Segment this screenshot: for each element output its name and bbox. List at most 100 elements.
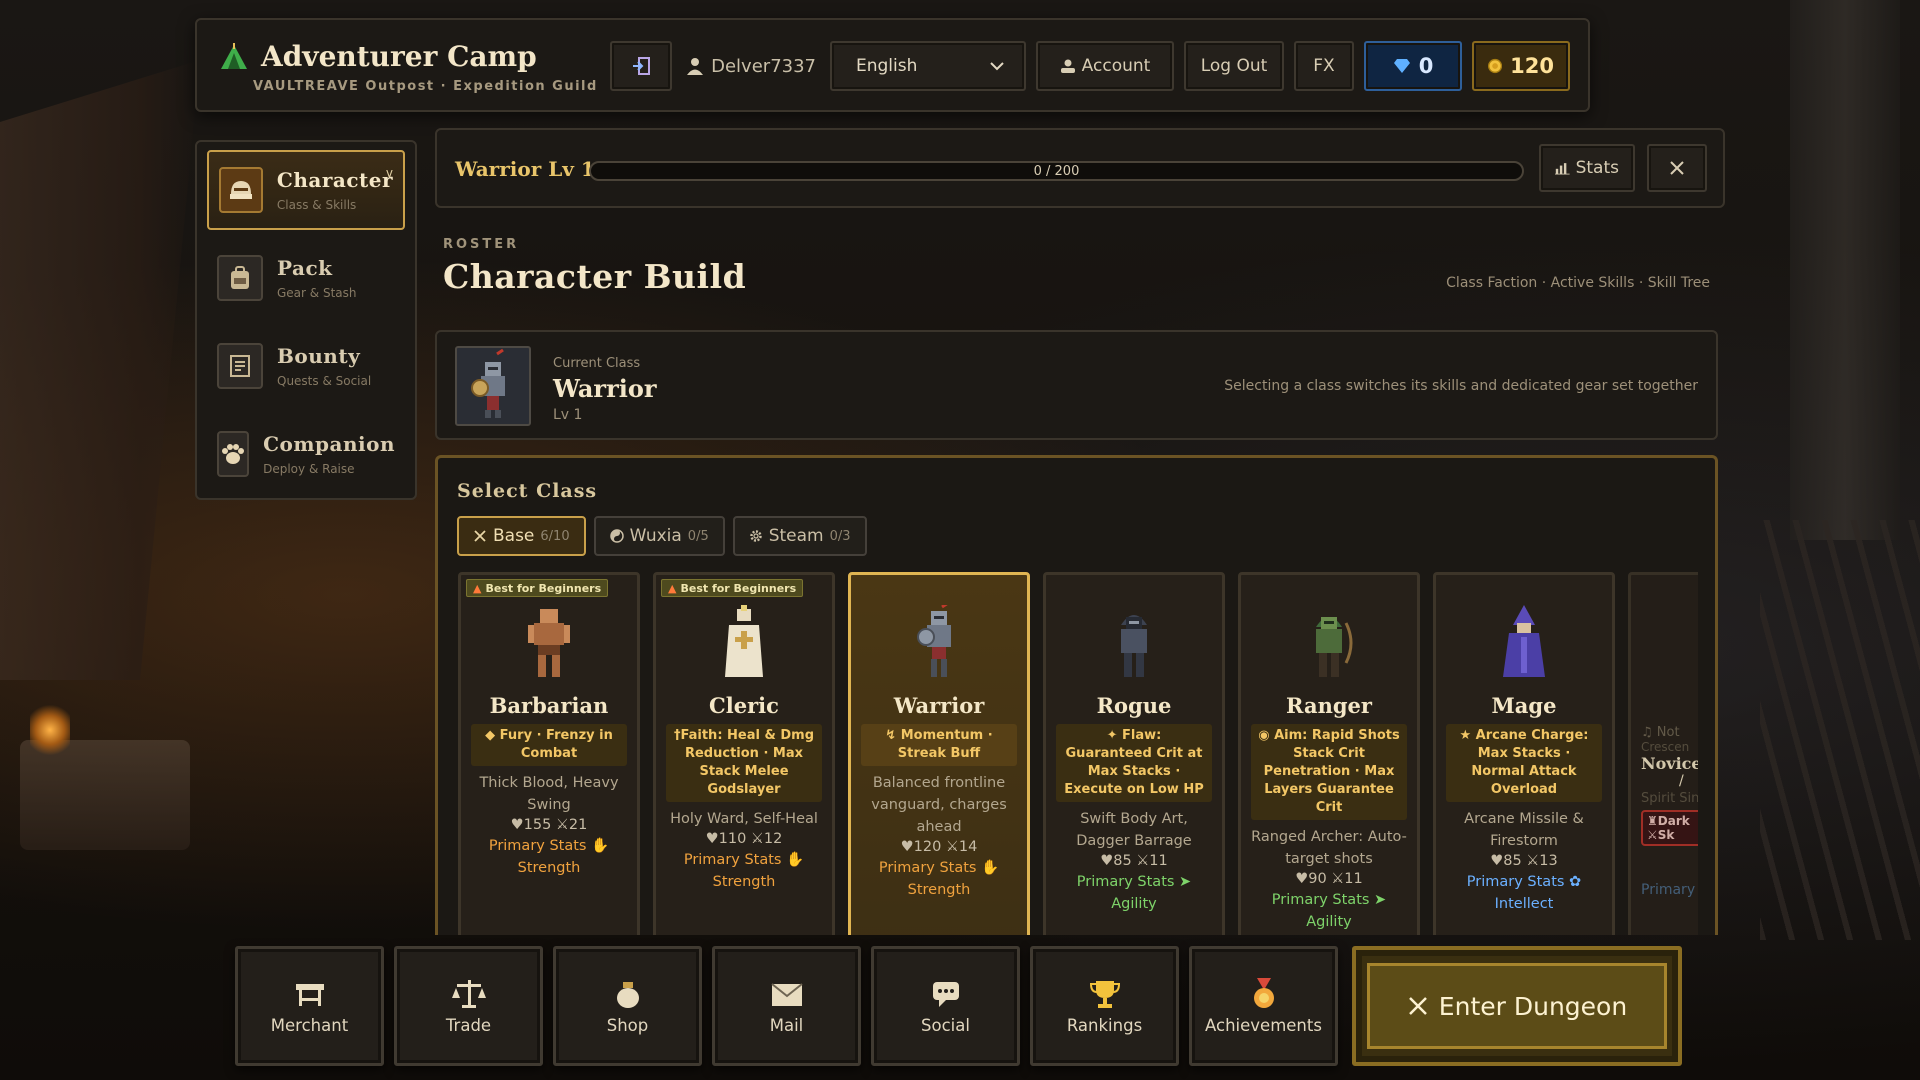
- class-card-mage[interactable]: Mage ★ Arcane Charge: Max Stacks · Norma…: [1433, 572, 1615, 935]
- brain-icon: ✿: [1569, 874, 1582, 890]
- enter-dungeon-button[interactable]: Enter Dungeon: [1352, 946, 1682, 1066]
- class-card-barbarian[interactable]: ▲ Best for Beginners Barbarian ◆ Fury · F…: [458, 572, 640, 935]
- gem-balance[interactable]: 0: [1364, 41, 1462, 91]
- sidebar-item-sub: Class & Skills: [276, 198, 357, 212]
- class-trait: †Faith: Heal & Dmg Reduction · Max Stack…: [666, 724, 822, 802]
- class-name: Cleric: [709, 693, 779, 718]
- sidebar-item-pack[interactable]: Pack Gear & Stash: [207, 238, 405, 318]
- primary-stat: Agility: [1111, 896, 1157, 912]
- class-card-ranger[interactable]: Ranger ◉ Aim: Rapid Shots Stack Crit Pen…: [1238, 572, 1420, 935]
- medal-icon: [1253, 977, 1274, 1008]
- flame-icon: ◆: [485, 728, 500, 743]
- class-name: Ranger: [1286, 693, 1372, 718]
- heart-icon: ♥: [900, 839, 914, 855]
- select-class-panel: Select Class Base 6/10 Wuxia 0/5 Steam 0…: [435, 455, 1718, 935]
- class-desc: Balanced frontline vanguard, charges ahe…: [871, 775, 1007, 835]
- dock-trade[interactable]: Trade: [394, 946, 543, 1066]
- sidebar-item-bounty[interactable]: Bounty Quests & Social: [207, 326, 405, 406]
- primary-label: Primary Stats: [878, 860, 977, 876]
- sidebar-item-character[interactable]: Character Class & Skills v: [207, 150, 405, 230]
- primary-stat: Strength: [517, 860, 581, 876]
- tab-label: Wuxia: [629, 526, 682, 546]
- swords-icon: [474, 530, 486, 542]
- dock-mail[interactable]: Mail: [712, 946, 861, 1066]
- app-subtitle: VAULTREAVE Outpost · Expedition Guild: [253, 79, 598, 94]
- dock-social[interactable]: Social: [871, 946, 1020, 1066]
- heart-icon: ♥: [1100, 853, 1114, 869]
- heart-icon: ♥: [1295, 871, 1309, 887]
- class-card-cleric[interactable]: ▲ Best for Beginners Cleric †Faith: Heal …: [653, 572, 835, 935]
- dock-label: Social: [921, 1015, 970, 1035]
- exit-button[interactable]: [610, 41, 673, 91]
- account-button[interactable]: Account: [1036, 41, 1174, 91]
- bottom-dock: Merchant Trade Shop Mail Social Rankings…: [235, 945, 1685, 1067]
- sidebar-item-label: Bounty: [277, 344, 361, 368]
- class-desc: Ranged Archer: Auto-target shots: [1251, 829, 1407, 867]
- class-stats: ♥110 ⚔12: [656, 831, 832, 847]
- sidebar-item-companion[interactable]: Companion Deploy & Raise: [207, 414, 405, 494]
- user-profile[interactable]: Delver7337: [686, 56, 816, 77]
- mage-avatar-icon: [1503, 605, 1545, 677]
- username: Delver7337: [711, 55, 816, 77]
- trait-text: Momentum · Streak Buff: [897, 728, 993, 761]
- weapon-rack-scenery: [1760, 520, 1920, 940]
- class-name: Barbarian: [489, 693, 609, 718]
- sidebar-item-label: Companion: [263, 432, 395, 456]
- tent-scenery: [0, 60, 200, 680]
- sidebar-item-label: Pack: [277, 256, 333, 280]
- class-trait: ★ Arcane Charge: Max Stacks · Normal Att…: [1446, 724, 1602, 802]
- logout-button[interactable]: Log Out: [1184, 41, 1284, 91]
- dock-achievements[interactable]: Achievements: [1189, 946, 1338, 1066]
- sword-icon: ⚔: [1331, 871, 1345, 887]
- close-button[interactable]: [1647, 144, 1707, 192]
- bar-chart-icon: [1555, 163, 1570, 175]
- dock-rankings[interactable]: Rankings: [1030, 946, 1179, 1066]
- class-card-rogue[interactable]: Rogue ✦ Flaw: Guaranteed Crit at Max Sta…: [1043, 572, 1225, 935]
- current-class-note: Selecting a class switches its skills an…: [1224, 378, 1698, 394]
- class-stats: ♥85 ⚔11: [1046, 853, 1222, 869]
- stats-button[interactable]: Stats: [1539, 144, 1635, 192]
- dock-shop[interactable]: Shop: [553, 946, 702, 1066]
- target-icon: ◉: [1258, 728, 1275, 743]
- scales-icon: [451, 979, 486, 1008]
- lightning-icon: ↯: [885, 728, 901, 743]
- yin-yang-icon: [609, 529, 624, 543]
- language-select[interactable]: English: [830, 41, 1026, 91]
- lantern-scenery: [30, 700, 70, 760]
- hp-value: 90: [1308, 871, 1327, 887]
- enter-dungeon-label: Enter Dungeon: [1438, 991, 1628, 1021]
- gold-balance[interactable]: 120: [1472, 41, 1570, 91]
- fx-label: FX: [1313, 56, 1335, 76]
- primary-stats: Primary Stats ✋ Strength: [666, 849, 822, 893]
- sword-icon: ⚔: [945, 839, 959, 855]
- class-stats: ♥90 ⚔11: [1241, 871, 1417, 887]
- runner-icon: ➤: [1179, 874, 1192, 890]
- tab-steam[interactable]: Steam 0/3: [732, 516, 867, 556]
- dock-merchant[interactable]: Merchant: [235, 946, 384, 1066]
- dock-label: Merchant: [270, 1015, 349, 1035]
- chevron-down-icon: [990, 61, 1004, 70]
- sidebar-item-sub: Gear & Stash: [277, 286, 357, 300]
- class-card-warrior[interactable]: Warrior ↯ Momentum · Streak Buff Balance…: [848, 572, 1030, 935]
- xp-text: 0 / 200: [1033, 164, 1080, 179]
- fx-toggle[interactable]: FX: [1294, 41, 1354, 91]
- envelope-icon: [770, 982, 803, 1006]
- class-stats: ♥120 ⚔14: [851, 839, 1027, 855]
- heart-icon: ♥: [1490, 853, 1504, 869]
- class-card-novice[interactable]: ♫ Not Crescen NoviceT / Spirit Sin ♜Dark…: [1628, 572, 1698, 935]
- primary-label: Primary Stats: [1466, 874, 1565, 890]
- class-trait-partial: ♫ Not: [1641, 725, 1698, 740]
- tab-base[interactable]: Base 6/10: [457, 516, 586, 556]
- fire-icon: ▲: [668, 581, 677, 595]
- primary-label: Primary Stats: [1076, 874, 1175, 890]
- class-card-list: ▲ Best for Beginners Barbarian ◆ Fury · F…: [458, 572, 1698, 935]
- language-value: English: [856, 56, 918, 76]
- badge-text: Sk: [1657, 828, 1675, 842]
- cog-icon: [749, 530, 762, 542]
- crossed-swords-icon: [1408, 997, 1427, 1015]
- primary-stat: Intellect: [1494, 896, 1554, 912]
- tab-wuxia[interactable]: Wuxia 0/5: [593, 516, 725, 556]
- class-tag: Spirit Sin: [1641, 791, 1698, 806]
- roster-kicker: ROSTER: [443, 237, 520, 252]
- class-trait: ◉ Aim: Rapid Shots Stack Crit Penetratio…: [1251, 724, 1407, 820]
